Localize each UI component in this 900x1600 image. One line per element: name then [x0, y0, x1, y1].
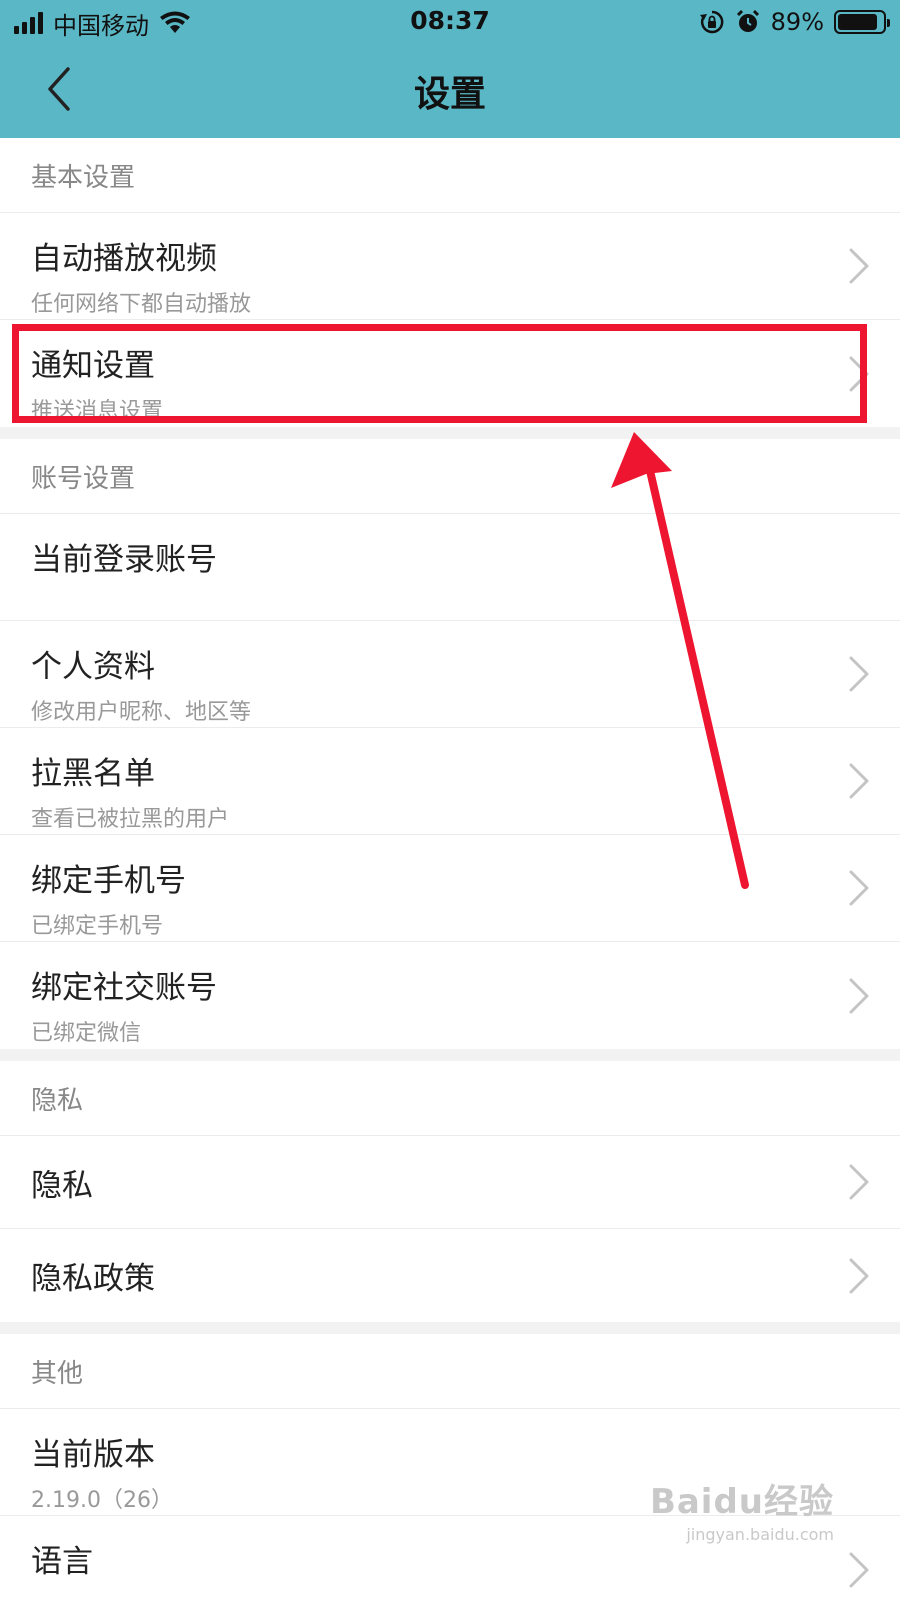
item-profile[interactable]: 个人资料 修改用户昵称、地区等 [0, 621, 900, 728]
item-notification-settings[interactable]: 通知设置 推送消息设置 [0, 320, 900, 427]
item-bind-phone[interactable]: 绑定手机号 已绑定手机号 [0, 835, 900, 942]
item-privacy-policy[interactable]: 隐私政策 [0, 1229, 900, 1322]
battery-percent: 89% [770, 8, 824, 36]
chevron-right-icon [848, 869, 870, 907]
item-current-version[interactable]: 当前版本 2.19.0（26） [0, 1409, 900, 1516]
item-language[interactable]: 语言 [0, 1516, 900, 1600]
section-header: 隐私 [0, 1061, 900, 1136]
battery-fill [838, 14, 878, 30]
settings-list: 基本设置 自动播放视频 任何网络下都自动播放 通知设置 推送消息设置 账号设置 … [0, 138, 900, 1600]
section-gap [0, 1049, 900, 1061]
item-title: 语言 [31, 1544, 93, 1580]
section-other: 其他 当前版本 2.19.0（26） 语言 [0, 1334, 900, 1600]
item-subtitle: 已绑定微信 [31, 1021, 142, 1046]
chevron-right-icon [848, 1163, 870, 1201]
chevron-right-icon [848, 247, 870, 285]
item-bind-social[interactable]: 绑定社交账号 已绑定微信 [0, 942, 900, 1049]
chevron-right-icon [848, 1551, 870, 1589]
item-subtitle: 修改用户昵称、地区等 [31, 700, 252, 725]
rotation-lock-icon [699, 10, 724, 34]
section-header: 基本设置 [0, 138, 900, 213]
item-subtitle: 推送消息设置 [31, 399, 164, 424]
item-title: 隐私 [31, 1167, 93, 1204]
section-privacy: 隐私 隐私 隐私政策 [0, 1061, 900, 1322]
item-title: 自动播放视频 [31, 241, 217, 277]
chevron-right-icon [848, 977, 870, 1015]
item-current-account[interactable]: 当前登录账号 [0, 514, 900, 621]
chevron-right-icon [848, 655, 870, 693]
chevron-right-icon [848, 762, 870, 800]
item-autoplay-video[interactable]: 自动播放视频 任何网络下都自动播放 [0, 213, 900, 320]
section-basic: 基本设置 自动播放视频 任何网络下都自动播放 通知设置 推送消息设置 [0, 138, 900, 427]
status-right: 89% [699, 6, 890, 38]
app-header: 中国移动 08:37 89% 设置 [0, 0, 900, 138]
alarm-icon [736, 9, 759, 32]
item-subtitle: 已绑定手机号 [31, 914, 164, 939]
item-privacy[interactable]: 隐私 [0, 1136, 900, 1229]
chevron-right-icon [848, 355, 870, 393]
battery-icon [834, 10, 890, 34]
section-gap [0, 427, 900, 439]
page-title: 设置 [413, 74, 486, 115]
item-subtitle: 任何网络下都自动播放 [31, 292, 252, 317]
section-header: 其他 [0, 1334, 900, 1409]
section-gap [0, 1322, 900, 1334]
item-title: 当前登录账号 [31, 542, 217, 578]
item-title: 绑定社交账号 [31, 970, 217, 1006]
item-title: 个人资料 [31, 649, 155, 685]
item-subtitle: 查看已被拉黑的用户 [31, 807, 230, 832]
item-title: 通知设置 [31, 348, 155, 384]
section-header: 账号设置 [0, 439, 900, 514]
nav-bar: 设置 [0, 45, 900, 138]
item-title: 绑定手机号 [31, 863, 186, 899]
item-subtitle: 2.19.0（26） [31, 1488, 173, 1513]
item-title: 隐私政策 [31, 1261, 155, 1297]
item-title: 当前版本 [31, 1437, 155, 1473]
section-account: 账号设置 当前登录账号 个人资料 修改用户昵称、地区等 拉黑名单 查看已被拉黑的… [0, 439, 900, 1049]
item-title: 拉黑名单 [31, 756, 155, 792]
item-blacklist[interactable]: 拉黑名单 查看已被拉黑的用户 [0, 728, 900, 835]
status-bar: 中国移动 08:37 89% [0, 0, 900, 45]
chevron-right-icon [848, 1257, 870, 1295]
